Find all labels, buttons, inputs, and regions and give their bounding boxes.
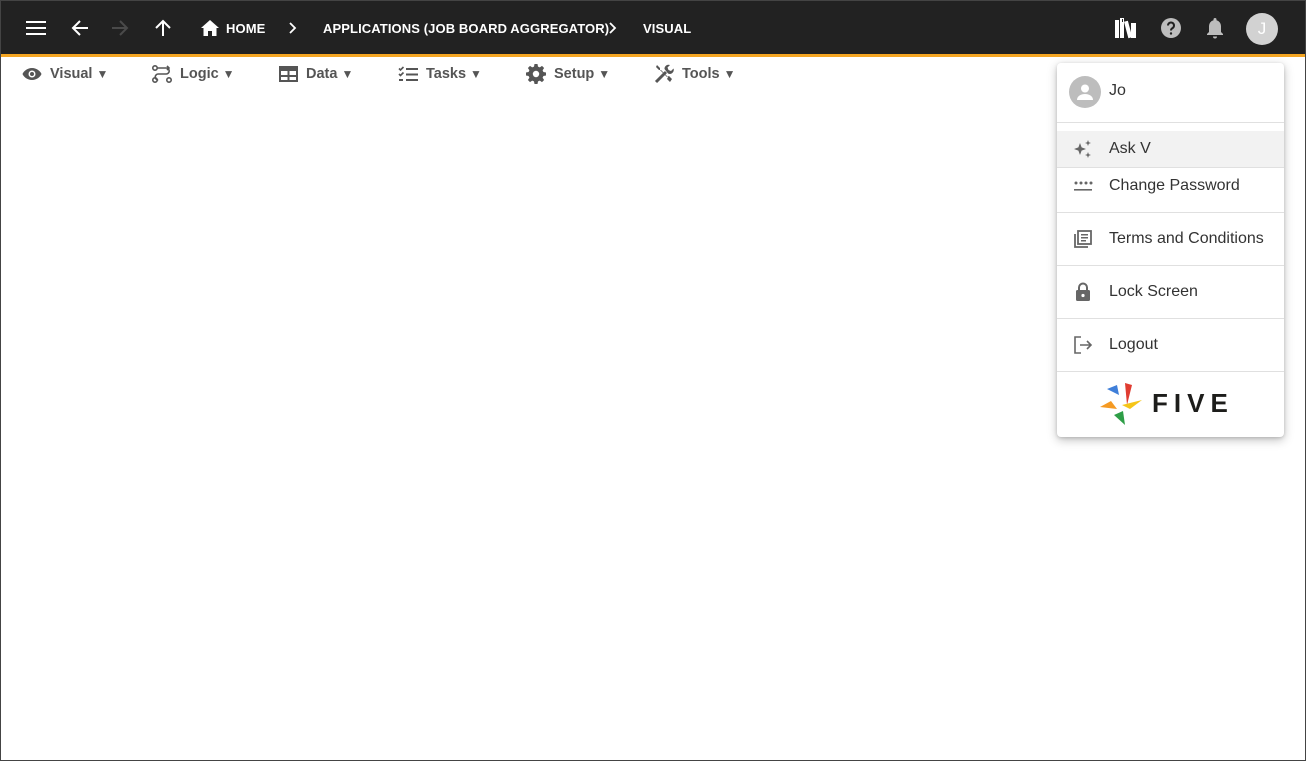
breadcrumb-visual[interactable]: VISUAL — [643, 20, 691, 38]
tools-icon — [654, 64, 674, 84]
user-avatar-button[interactable]: J — [1246, 13, 1278, 45]
help-icon[interactable] — [1157, 14, 1185, 42]
app-window: HOME APPLICATIONS (JOB BOARD AGGREGATOR)… — [0, 0, 1306, 761]
menu-logic-label: Logic — [180, 66, 219, 82]
chevron-right-icon — [285, 18, 301, 38]
menu-item-ask-v[interactable]: Ask V — [1057, 131, 1284, 167]
menu-setup[interactable]: Setup ▼ — [526, 63, 610, 85]
gear-icon — [526, 64, 546, 84]
menu-logic[interactable]: Logic ▼ — [152, 63, 235, 85]
eye-icon — [22, 68, 42, 80]
caret-down-icon: ▼ — [723, 67, 736, 81]
password-icon — [1072, 175, 1094, 197]
user-avatar — [1069, 76, 1101, 108]
back-arrow-icon[interactable] — [66, 14, 94, 42]
menu-item-label: Ask V — [1109, 140, 1151, 157]
table-icon — [279, 66, 298, 82]
sparkle-icon — [1072, 138, 1094, 160]
library-icon[interactable] — [1112, 14, 1140, 42]
user-name: Jo — [1109, 82, 1126, 99]
logo-text: FIVE — [1152, 388, 1234, 418]
menu-icon[interactable] — [22, 14, 50, 42]
menu-data[interactable]: Data ▼ — [279, 63, 353, 85]
top-app-bar: HOME APPLICATIONS (JOB BOARD AGGREGATOR)… — [1, 1, 1305, 57]
menu-tools-label: Tools — [682, 66, 720, 82]
menu-item-label: Lock Screen — [1109, 283, 1198, 300]
menu-data-label: Data — [306, 66, 338, 82]
bell-icon[interactable] — [1201, 14, 1229, 42]
home-icon[interactable] — [196, 14, 224, 42]
forward-arrow-icon[interactable] — [106, 14, 134, 42]
caret-down-icon: ▼ — [222, 67, 235, 81]
user-profile-header: Jo — [1057, 63, 1284, 121]
chevron-right-icon — [605, 18, 621, 38]
caret-down-icon: ▼ — [341, 67, 354, 81]
up-arrow-icon[interactable] — [149, 14, 177, 42]
five-logo: FIVE — [1097, 381, 1262, 429]
menu-item-terms[interactable]: Terms and Conditions — [1057, 213, 1284, 265]
divider — [1057, 371, 1284, 372]
menu-tasks-label: Tasks — [426, 66, 467, 82]
document-icon — [1072, 228, 1094, 250]
menu-visual-label: Visual — [50, 66, 93, 82]
checklist-icon — [398, 66, 418, 81]
caret-down-icon: ▼ — [598, 67, 611, 81]
logic-flow-icon — [152, 65, 172, 83]
breadcrumb-applications[interactable]: APPLICATIONS (JOB BOARD AGGREGATOR) — [323, 20, 609, 38]
menu-item-lock-screen[interactable]: Lock Screen — [1057, 266, 1284, 318]
lock-icon — [1072, 281, 1094, 303]
person-icon — [1077, 84, 1093, 100]
menu-item-label: Change Password — [1109, 177, 1240, 194]
menu-item-label: Logout — [1109, 336, 1158, 353]
breadcrumb-home[interactable]: HOME — [226, 20, 265, 38]
menu-item-label: Terms and Conditions — [1109, 230, 1264, 247]
menu-setup-label: Setup — [554, 66, 595, 82]
divider — [1057, 167, 1284, 168]
menu-visual[interactable]: Visual ▼ — [22, 63, 108, 85]
user-menu-dropdown: Jo Ask V Change Password Terms and Condi… — [1057, 63, 1284, 437]
menu-item-logout[interactable]: Logout — [1057, 319, 1284, 371]
divider — [1057, 122, 1284, 123]
menu-tools[interactable]: Tools ▼ — [654, 63, 735, 85]
menu-item-change-password[interactable]: Change Password — [1057, 169, 1284, 213]
menu-tasks[interactable]: Tasks ▼ — [398, 63, 482, 85]
caret-down-icon: ▼ — [470, 67, 482, 81]
logout-icon — [1072, 334, 1094, 356]
caret-down-icon: ▼ — [96, 67, 109, 81]
